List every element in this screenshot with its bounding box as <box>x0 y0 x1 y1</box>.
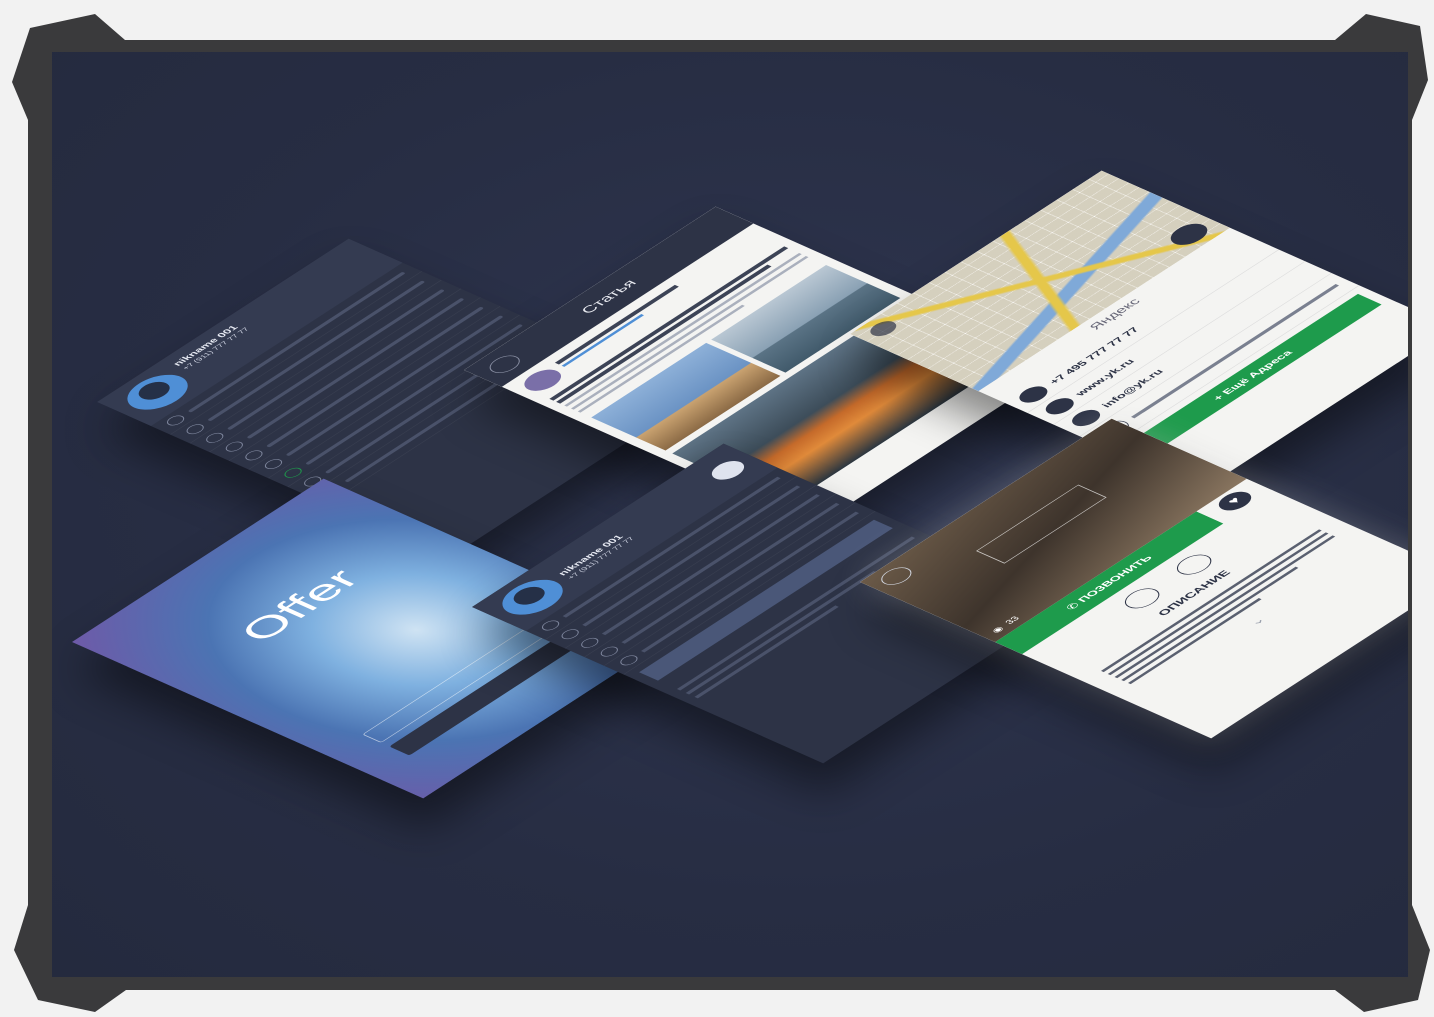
edit-icon[interactable] <box>705 457 751 484</box>
back-arrow-icon[interactable] <box>865 318 902 339</box>
offer-logo: Offer <box>229 564 370 648</box>
restaurant-logo <box>976 484 1107 564</box>
menu-icon[interactable] <box>1117 584 1167 612</box>
views-icon: ◉ <box>989 625 1007 635</box>
location-pin-icon[interactable] <box>1169 551 1219 579</box>
showcase-stage: nikname 001 +7 (911) 777 77 77 Offer Ста… <box>52 52 1408 977</box>
back-arrow-icon[interactable] <box>875 564 918 588</box>
restaurant-detail-screen: ◉ 33 ✆ ПОЗВОНИТЬ ♥ ОПИСАНИЕ ⌄ <box>860 418 1408 739</box>
username: nikname 001 <box>170 323 241 368</box>
settings-item-icon <box>616 653 642 668</box>
views-count: 33 <box>1003 615 1022 626</box>
